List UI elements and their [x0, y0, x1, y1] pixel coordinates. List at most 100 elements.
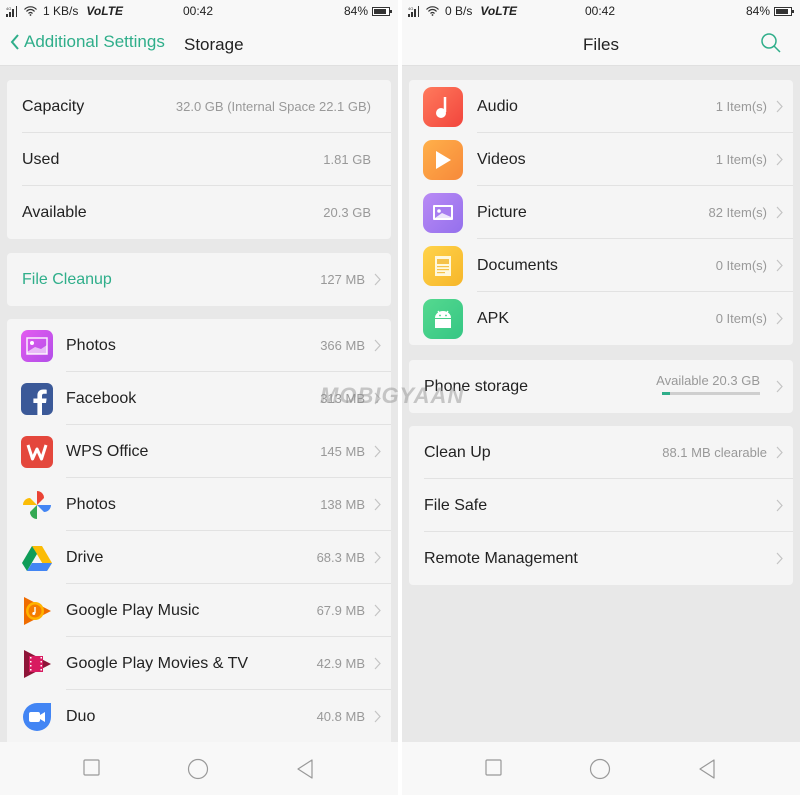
app-name: Duo	[66, 707, 96, 725]
file-cleanup-label: File Cleanup	[22, 270, 112, 288]
app-row[interactable]: Duo 40.8 MB	[7, 690, 391, 743]
category-count: 1 Item(s)	[715, 152, 767, 167]
chevron-right-icon	[374, 710, 381, 723]
storage-screen: 4G 1 KB/s VoLTE 00:42 84% Additional Set…	[0, 0, 398, 795]
category-videos[interactable]: Videos 1 Item(s)	[409, 133, 793, 186]
app-name: Google Play Music	[66, 601, 200, 619]
navigation-bar	[0, 742, 398, 795]
app-row[interactable]: Facebook 313 MB	[7, 372, 391, 425]
clean-up-label: Clean Up	[424, 443, 491, 461]
category-documents[interactable]: Documents 0 Item(s)	[409, 239, 793, 292]
category-name: Documents	[477, 256, 558, 274]
home-button[interactable]	[187, 758, 209, 780]
duo-icon	[23, 703, 51, 731]
clock: 00:42	[183, 4, 214, 18]
app-name: WPS Office	[66, 442, 149, 460]
back-nav-button[interactable]	[296, 759, 314, 779]
app-size: 138 MB	[320, 497, 365, 512]
page-title: Storage	[184, 35, 244, 54]
category-count: 1 Item(s)	[715, 99, 767, 114]
file-safe-row[interactable]: File Safe	[409, 479, 793, 532]
app-name: Drive	[66, 548, 104, 566]
file-categories-card: Audio 1 Item(s) Videos 1 Item(s) Picture…	[409, 80, 793, 345]
wifi-icon	[426, 6, 439, 16]
remote-management-row[interactable]: Remote Management	[409, 532, 793, 585]
chevron-right-icon	[374, 445, 381, 458]
clean-up-row[interactable]: Clean Up 88.1 MB clearable	[409, 426, 793, 479]
capacity-label: Capacity	[22, 97, 85, 115]
back-button[interactable]: Additional Settings	[10, 32, 165, 52]
app-row[interactable]: Drive 68.3 MB	[7, 531, 391, 584]
chevron-right-icon	[776, 259, 783, 272]
battery-percent: 84%	[745, 4, 770, 18]
app-name: Photos	[66, 336, 116, 354]
tools-card: Clean Up 88.1 MB clearable File Safe Rem…	[409, 426, 793, 585]
app-row[interactable]: WPS Office 145 MB	[7, 425, 391, 478]
home-button[interactable]	[589, 758, 611, 780]
network-speed: 1 KB/s	[43, 4, 79, 18]
play-music-icon	[24, 597, 51, 625]
status-bar: 4G 1 KB/s VoLTE 00:42 84%	[0, 0, 398, 22]
gallery-icon	[21, 330, 53, 362]
back-nav-button[interactable]	[698, 759, 716, 779]
available-value: 20.3 GB	[323, 205, 371, 220]
clean-up-value: 88.1 MB clearable	[662, 445, 767, 460]
chevron-right-icon	[374, 339, 381, 352]
chevron-right-icon	[374, 498, 381, 511]
category-name: Audio	[477, 97, 518, 115]
app-name: Facebook	[66, 389, 137, 407]
chevron-right-icon	[374, 604, 381, 617]
chevron-right-icon	[776, 100, 783, 113]
google-drive-icon	[22, 546, 52, 571]
app-row[interactable]: Google Play Movies & TV 42.9 MB	[7, 637, 391, 690]
svg-text:4G: 4G	[408, 6, 413, 11]
app-size: 313 MB	[320, 391, 365, 406]
battery-percent: 84%	[343, 4, 368, 18]
phone-storage-row[interactable]: Phone storage Available 20.3 GB	[409, 360, 793, 413]
file-cleanup-card: File Cleanup 127 MB	[7, 253, 391, 306]
category-count: 82 Item(s)	[708, 205, 767, 220]
facebook-icon	[21, 383, 53, 415]
category-apk[interactable]: APK 0 Item(s)	[409, 292, 793, 345]
available-label: Available	[22, 203, 87, 221]
network-speed: 0 B/s	[445, 4, 473, 18]
picture-icon	[423, 193, 463, 233]
storage-available: Available 20.3 GB	[656, 373, 760, 388]
play-movies-icon	[24, 650, 51, 678]
back-label: Additional Settings	[24, 32, 165, 51]
app-row[interactable]: Photos 138 MB	[7, 478, 391, 531]
storage-progress-bar	[662, 392, 760, 395]
used-value: 1.81 GB	[323, 152, 371, 167]
available-row: Available 20.3 GB	[7, 186, 391, 239]
app-row[interactable]: Photos 366 MB	[7, 319, 391, 372]
page-title: Files	[583, 35, 619, 54]
used-label: Used	[22, 150, 60, 168]
recent-apps-button[interactable]	[83, 759, 101, 777]
battery-icon	[774, 6, 794, 16]
chevron-right-icon	[776, 380, 783, 393]
phone-storage-label: Phone storage	[424, 377, 529, 395]
recent-apps-button[interactable]	[485, 759, 503, 777]
app-row[interactable]: Google Play Music 67.9 MB	[7, 584, 391, 637]
storage-progress-fill	[662, 392, 670, 395]
chevron-right-icon	[374, 657, 381, 670]
category-picture[interactable]: Picture 82 Item(s)	[409, 186, 793, 239]
chevron-right-icon	[374, 392, 381, 405]
android-icon	[423, 299, 463, 339]
chevron-right-icon	[776, 312, 783, 325]
navigation-bar	[402, 742, 800, 795]
storage-summary-card: Capacity 32.0 GB (Internal Space 22.1 GB…	[7, 80, 391, 239]
battery-icon	[372, 6, 392, 16]
status-bar: 4G 0 B/s VoLTE 00:42 84%	[402, 0, 800, 22]
phone-storage-card: Phone storage Available 20.3 GB	[409, 360, 793, 413]
title-bar: Additional Settings Storage	[0, 22, 398, 66]
chevron-right-icon	[776, 153, 783, 166]
category-audio[interactable]: Audio 1 Item(s)	[409, 80, 793, 133]
clock: 00:42	[585, 4, 616, 18]
app-name: Photos	[66, 495, 116, 513]
wps-office-icon	[21, 436, 53, 468]
file-cleanup-row[interactable]: File Cleanup 127 MB	[7, 253, 391, 306]
app-size: 40.8 MB	[316, 709, 365, 724]
search-icon[interactable]	[760, 32, 782, 54]
chevron-right-icon	[776, 552, 783, 565]
